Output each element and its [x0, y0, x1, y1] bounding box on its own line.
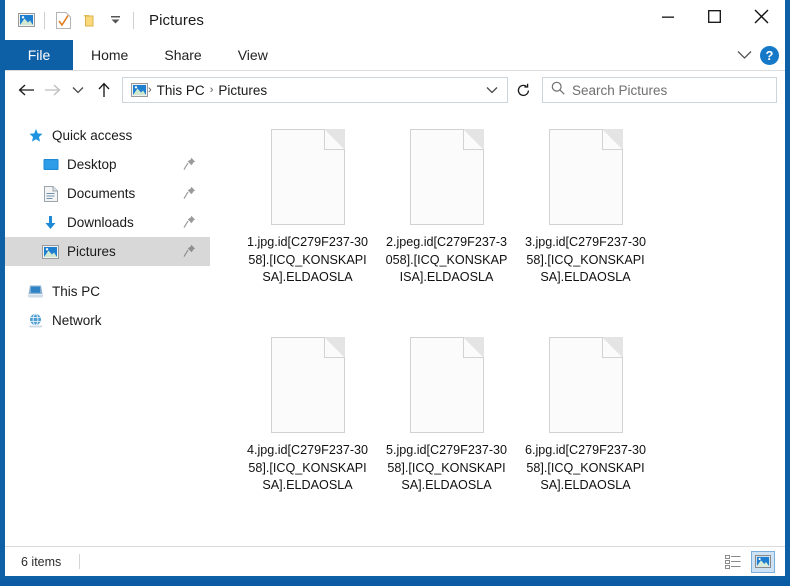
- file-name-label: 3.jpg.id[C279F237-3058].[ICQ_KONSKAPISA]…: [525, 234, 647, 287]
- tab-home[interactable]: Home: [73, 40, 146, 70]
- tab-view[interactable]: View: [220, 40, 286, 70]
- sidebar-label: Network: [52, 313, 102, 328]
- blank-document-icon: [549, 129, 623, 225]
- status-separator: [79, 554, 80, 569]
- back-button[interactable]: [13, 75, 39, 105]
- maximize-button[interactable]: [691, 0, 738, 33]
- recent-locations-button[interactable]: [65, 75, 91, 105]
- window-title: Pictures: [149, 12, 204, 29]
- forward-button[interactable]: [39, 75, 65, 105]
- explorer-body: PC risk.com Quick access Desktop: [5, 109, 785, 546]
- pin-icon[interactable]: [183, 157, 196, 176]
- sidebar-label: Downloads: [67, 215, 134, 230]
- tab-share[interactable]: Share: [146, 40, 219, 70]
- large-icons-view-button[interactable]: [751, 551, 775, 573]
- blank-document-icon: [271, 129, 345, 225]
- network-icon: [27, 312, 44, 329]
- sidebar-item-pictures[interactable]: Pictures: [5, 237, 210, 266]
- quick-access-toolbar: [13, 7, 139, 33]
- downloads-icon: [42, 214, 59, 231]
- minimize-button[interactable]: [644, 0, 691, 33]
- help-button[interactable]: ?: [760, 46, 779, 65]
- details-view-button[interactable]: [721, 551, 745, 573]
- file-item[interactable]: 4.jpg.id[C279F237-3058].[ICQ_KONSKAPISA]…: [238, 331, 377, 539]
- breadcrumb[interactable]: › This PC › Pictures: [122, 77, 508, 103]
- file-item[interactable]: 6.jpg.id[C279F237-3058].[ICQ_KONSKAPISA]…: [516, 331, 655, 539]
- file-item[interactable]: 3.jpg.id[C279F237-3058].[ICQ_KONSKAPISA]…: [516, 123, 655, 331]
- file-name-label: 6.jpg.id[C279F237-3058].[ICQ_KONSKAPISA]…: [525, 442, 647, 495]
- sidebar-label: This PC: [52, 284, 100, 299]
- sidebar-spacer: [5, 266, 210, 277]
- file-item[interactable]: 1.jpg.id[C279F237-3058].[ICQ_KONSKAPISA]…: [238, 123, 377, 331]
- file-name-label: 4.jpg.id[C279F237-3058].[ICQ_KONSKAPISA]…: [247, 442, 369, 495]
- tab-file[interactable]: File: [5, 40, 73, 70]
- address-bar: › This PC › Pictures Search Pict: [5, 71, 785, 109]
- breadcrumb-root-icon[interactable]: [129, 83, 148, 97]
- pictures-folder-icon[interactable]: [13, 7, 39, 33]
- file-item[interactable]: 2.jpeg.id[C279F237-3058].[ICQ_KONSKAPISA…: [377, 123, 516, 331]
- sidebar-item-this-pc[interactable]: This PC: [5, 277, 210, 306]
- blank-document-icon: [271, 337, 345, 433]
- file-explorer-window: Pictures File Home Share View ?: [0, 0, 790, 580]
- breadcrumb-item-pictures[interactable]: Pictures: [213, 83, 272, 98]
- status-bar: 6 items: [5, 546, 785, 576]
- pin-icon[interactable]: [183, 244, 196, 263]
- new-folder-icon[interactable]: [76, 7, 102, 33]
- breadcrumb-item-this-pc[interactable]: This PC: [152, 83, 210, 98]
- file-name-label: 1.jpg.id[C279F237-3058].[ICQ_KONSKAPISA]…: [247, 234, 369, 287]
- desktop-icon: [42, 156, 59, 173]
- documents-icon: [42, 185, 59, 202]
- sidebar-item-downloads[interactable]: Downloads: [5, 208, 210, 237]
- sidebar-label: Pictures: [67, 244, 116, 259]
- breadcrumb-list: › This PC › Pictures: [129, 83, 481, 98]
- title-bar: Pictures: [5, 0, 785, 40]
- sidebar-label: Desktop: [67, 157, 117, 172]
- navigation-pane: Quick access Desktop Documents: [5, 109, 210, 546]
- file-name-label: 5.jpg.id[C279F237-3058].[ICQ_KONSKAPISA]…: [386, 442, 508, 495]
- ribbon-tabs: File Home Share View ?: [5, 40, 785, 71]
- refresh-button[interactable]: [508, 77, 538, 103]
- qat-separator-1: [44, 12, 45, 29]
- file-name-label: 2.jpeg.id[C279F237-3058].[ICQ_KONSKAPISA…: [386, 234, 508, 287]
- search-input[interactable]: Search Pictures: [542, 77, 777, 103]
- ribbon-right-controls: ?: [737, 40, 779, 71]
- blank-document-icon: [549, 337, 623, 433]
- up-button[interactable]: [91, 75, 117, 105]
- search-placeholder: Search Pictures: [572, 83, 667, 98]
- blank-document-icon: [410, 129, 484, 225]
- sidebar-item-network[interactable]: Network: [5, 306, 210, 335]
- file-grid: 1.jpg.id[C279F237-3058].[ICQ_KONSKAPISA]…: [238, 123, 785, 539]
- window-controls: [644, 0, 785, 33]
- item-count-label: 6 items: [21, 555, 61, 569]
- close-button[interactable]: [738, 0, 785, 33]
- sidebar-item-documents[interactable]: Documents: [5, 179, 210, 208]
- blank-document-icon: [410, 337, 484, 433]
- sidebar-label: Documents: [67, 186, 135, 201]
- this-pc-icon: [27, 283, 44, 300]
- pictures-icon: [42, 243, 59, 260]
- view-toggle-group: [721, 551, 775, 573]
- pin-icon[interactable]: [183, 215, 196, 234]
- chevron-down-icon[interactable]: [737, 47, 752, 65]
- sidebar-label: Quick access: [52, 128, 132, 143]
- sidebar-item-desktop[interactable]: Desktop: [5, 150, 210, 179]
- file-list-view[interactable]: 1.jpg.id[C279F237-3058].[ICQ_KONSKAPISA]…: [210, 109, 785, 546]
- pin-icon[interactable]: [183, 186, 196, 205]
- breadcrumb-dropdown-icon[interactable]: [481, 86, 503, 95]
- sidebar-item-quick-access[interactable]: Quick access: [5, 121, 210, 150]
- customize-qat-chevron-icon[interactable]: [102, 7, 128, 33]
- search-icon: [551, 81, 565, 100]
- file-item[interactable]: 5.jpg.id[C279F237-3058].[ICQ_KONSKAPISA]…: [377, 331, 516, 539]
- qat-separator-2: [133, 12, 134, 29]
- properties-icon[interactable]: [50, 7, 76, 33]
- star-pin-icon: [27, 127, 44, 144]
